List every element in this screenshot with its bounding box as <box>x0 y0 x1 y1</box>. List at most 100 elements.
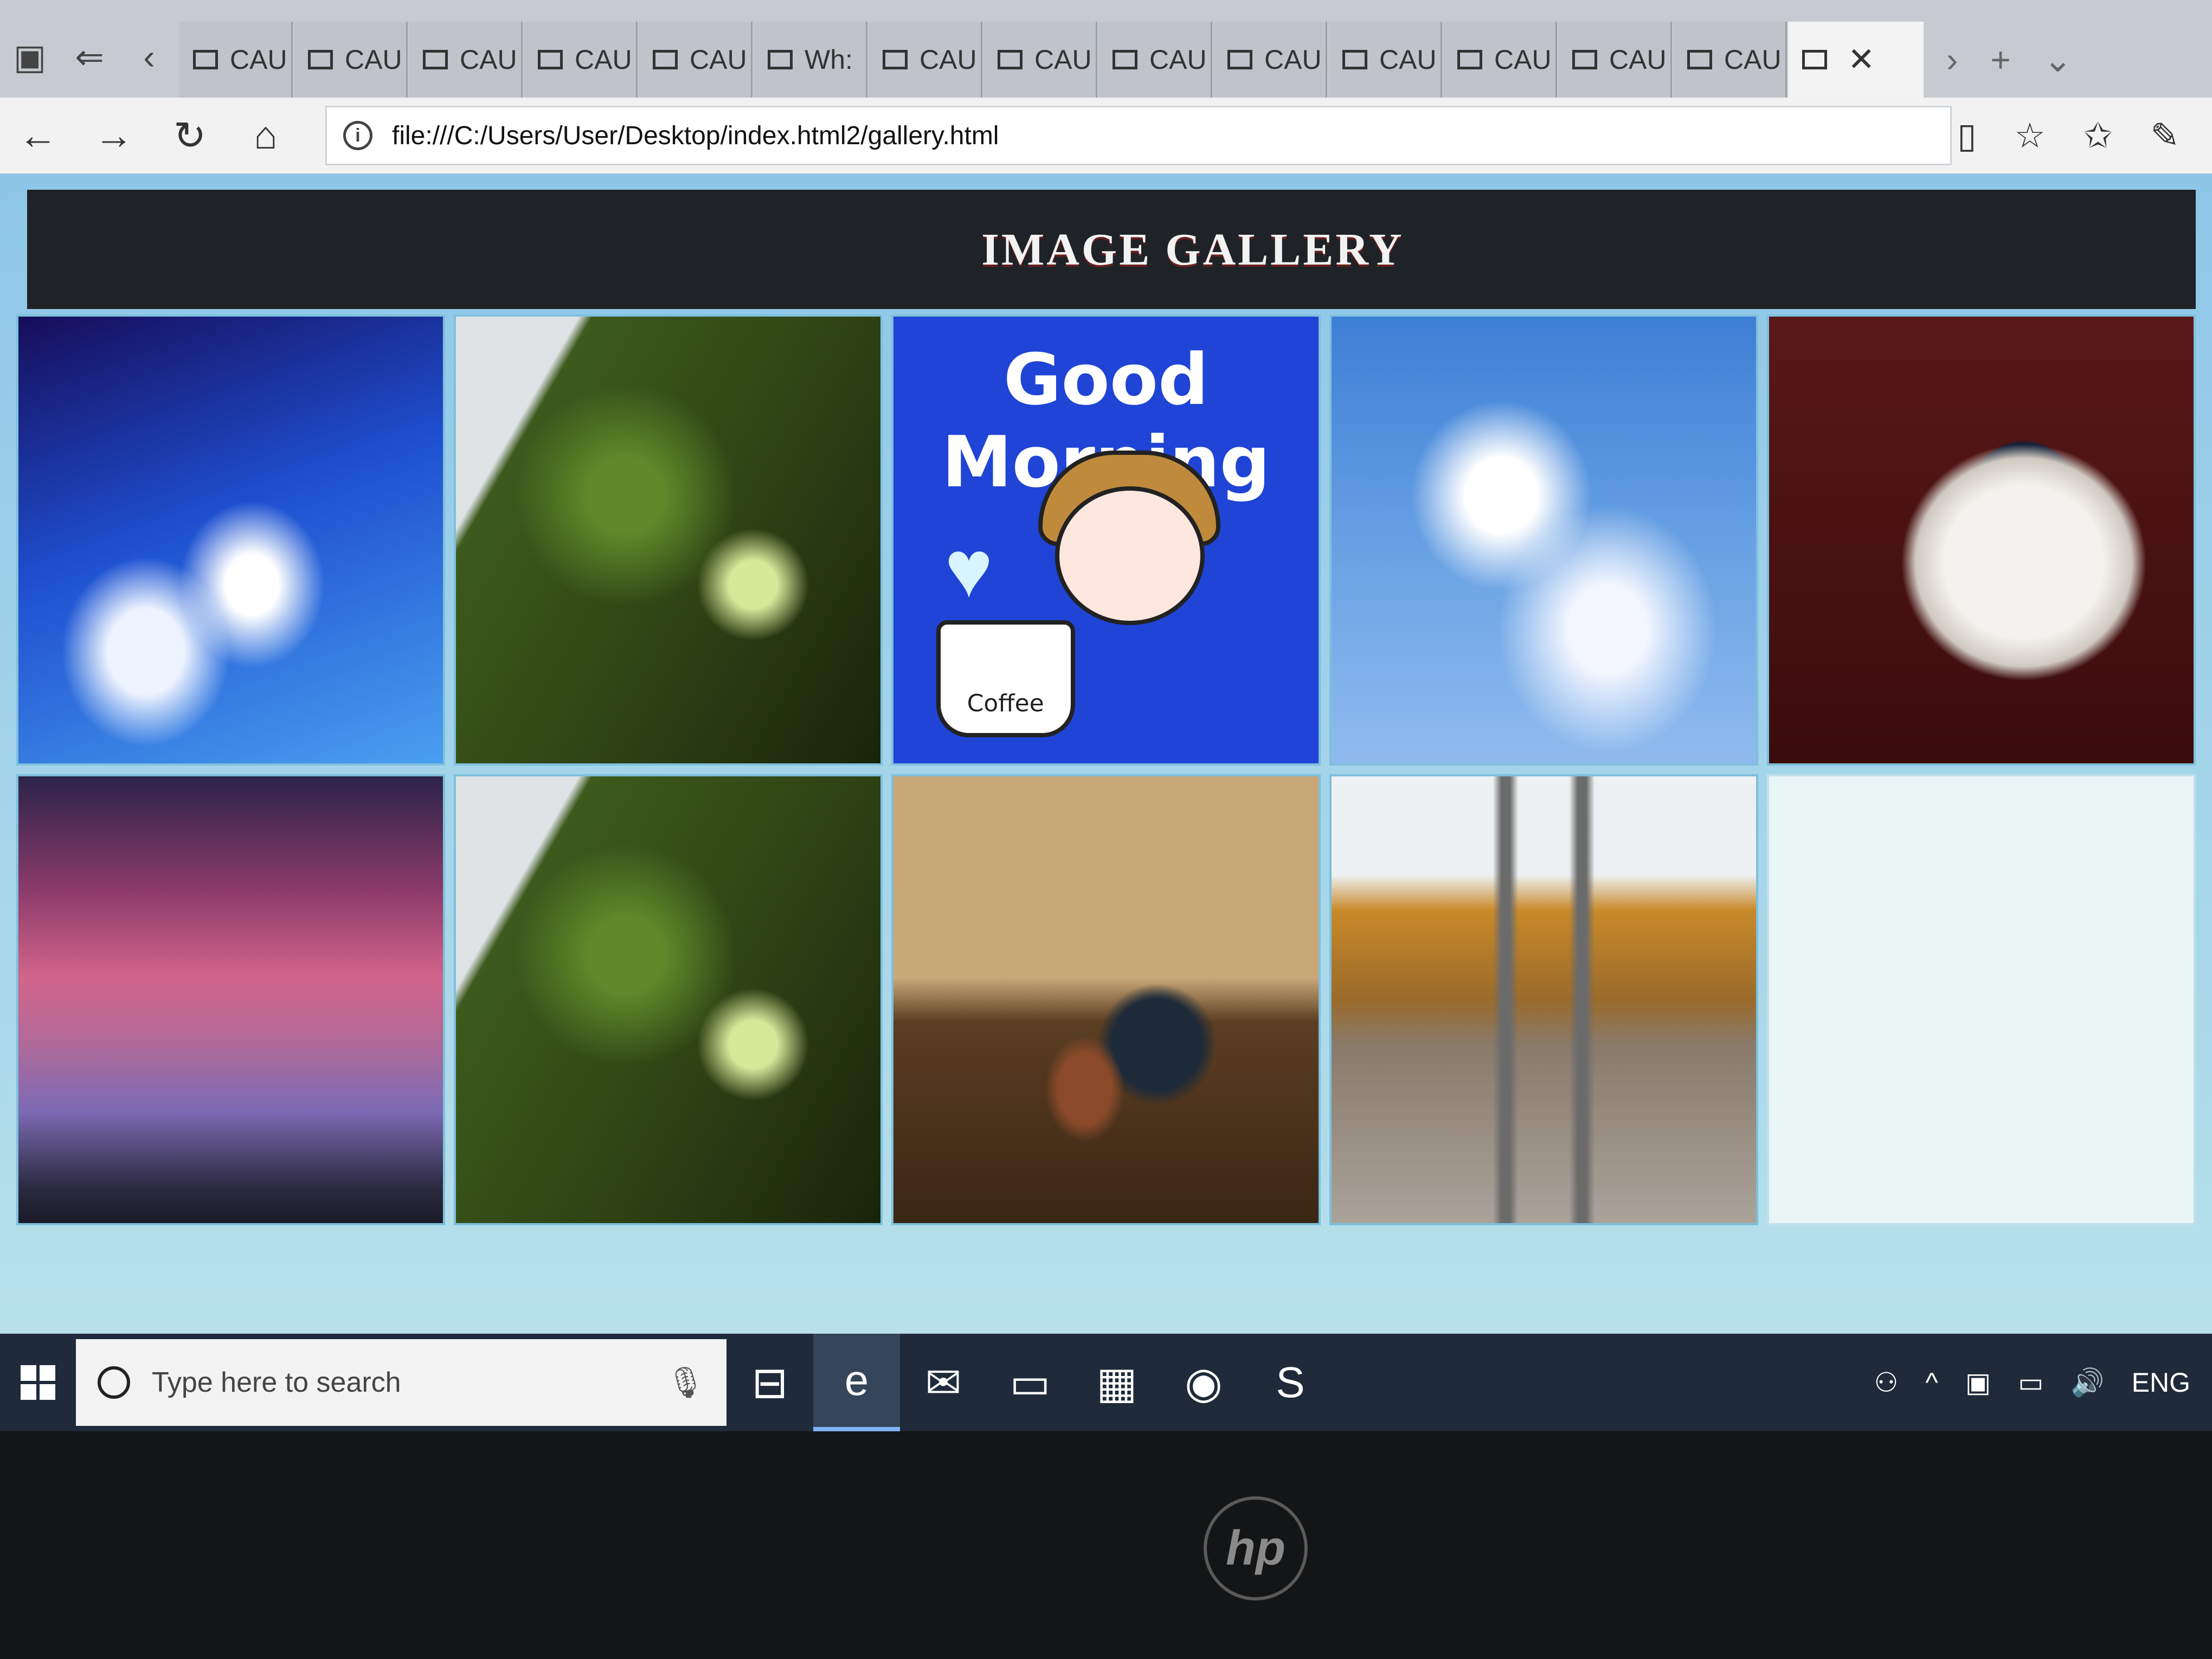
rain-umbrella-photo-2[interactable] <box>454 774 883 1225</box>
chrome-icon[interactable]: ◉ <box>1160 1334 1247 1431</box>
pen-icon[interactable]: ✎ <box>2150 115 2179 156</box>
cortana-icon <box>98 1366 130 1399</box>
title-banner: IMAGE GALLERY <box>27 190 2196 309</box>
page-icon <box>998 50 1023 69</box>
page-icon <box>538 50 563 69</box>
browser-tab[interactable]: CAU <box>639 22 753 98</box>
volume-icon[interactable]: 🔊 <box>2070 1367 2104 1399</box>
windows-logo-icon <box>21 1365 55 1400</box>
tab-label: CAU <box>1724 44 1782 75</box>
good-morning-cartoon[interactable]: Good Morning ♥ Coffee <box>891 314 1321 766</box>
new-tab-icon[interactable]: + <box>1990 40 2010 80</box>
taskbar-search-box[interactable]: Type here to search 🎙 <box>76 1339 726 1426</box>
reading-view-icon[interactable]: ▯ <box>1957 115 1976 156</box>
tab-label: CAU <box>1494 44 1552 75</box>
favorites-list-icon[interactable]: ✩ <box>2084 115 2113 156</box>
mail-icon[interactable]: ✉ <box>900 1334 987 1431</box>
tab-label: CAU <box>345 44 402 75</box>
browser-tab[interactable]: CAU <box>1213 22 1327 98</box>
page-icon <box>423 50 448 69</box>
page-icon <box>1802 50 1827 69</box>
page-icon <box>1227 50 1252 69</box>
page-icon <box>1113 50 1137 69</box>
browser-tab[interactable]: CAU <box>294 22 408 98</box>
gallery-page: IMAGE GALLERY Good Morning ♥ Coffee <box>0 173 2212 1334</box>
laptop-screen: ▣ ⇐ ‹ CAU CAU CAU CAU CAU Wh: CAU CAU CA… <box>0 0 2212 1431</box>
scroll-tabs-right-icon[interactable]: › <box>1946 40 1958 80</box>
browser-tab[interactable]: CAU <box>524 22 638 98</box>
active-browser-tab[interactable]: ✕ <box>1788 22 1924 98</box>
windows-taskbar: Type here to search 🎙 ⊟ e ✉ ▭ ▦ ◉ S ⚇ ^ … <box>0 1334 2212 1431</box>
page-icon <box>1572 50 1597 69</box>
browser-tab[interactable]: CAU <box>1328 22 1442 98</box>
page-icon <box>193 50 218 69</box>
rain-umbrella-photo[interactable] <box>454 314 883 766</box>
search-placeholder[interactable]: Type here to search <box>152 1366 645 1399</box>
browser-tab[interactable]: CAU <box>409 22 523 98</box>
browser-tab[interactable]: CAU <box>179 22 293 98</box>
empty-slot <box>1766 774 2196 1225</box>
address-bar[interactable]: i file:///C:/Users/User/Desktop/index.ht… <box>325 106 1952 165</box>
railroad-autumn-photo[interactable] <box>1329 774 1758 1225</box>
browser-tab[interactable]: CAU <box>983 22 1097 98</box>
tab-label: CAU <box>1149 44 1207 75</box>
set-aside-tabs-icon[interactable]: ⇐ <box>60 16 119 98</box>
microphone-icon[interactable]: 🎙 <box>666 1365 705 1400</box>
file-explorer-icon[interactable]: ▭ <box>987 1334 1073 1431</box>
browser-tab[interactable]: CAU <box>1098 22 1212 98</box>
forward-arrow-icon[interactable]: → <box>76 98 152 173</box>
laptop-bezel: hp <box>0 1431 2212 1659</box>
tab-label: CAU <box>690 44 747 75</box>
page-icon <box>1457 50 1482 69</box>
chevron-down-icon[interactable]: ⌄ <box>2043 40 2073 80</box>
coffee-label: Coffee <box>967 690 1044 718</box>
battery-icon[interactable]: ▭ <box>2018 1367 2043 1398</box>
clouds-photo[interactable] <box>1329 314 1758 766</box>
back-arrow-icon[interactable]: ← <box>0 98 76 173</box>
security-icon[interactable]: ▣ <box>1965 1367 1991 1398</box>
info-icon[interactable]: i <box>343 121 372 150</box>
coffee-mug-icon: Coffee <box>936 620 1075 738</box>
browser-nav-bar: ← → ↻ ⌂ i file:///C:/Users/User/Desktop/… <box>0 98 2212 175</box>
page-title: IMAGE GALLERY <box>981 224 1404 275</box>
tab-label: CAU <box>460 44 517 75</box>
browser-tab-strip: ▣ ⇐ ‹ CAU CAU CAU CAU CAU Wh: CAU CAU CA… <box>0 0 2212 98</box>
tab-label: CAU <box>1609 44 1667 75</box>
nav-right-tools: ▯ ☆ ✩ ✎ <box>1957 115 2179 156</box>
scroll-tabs-left-icon[interactable]: ‹ <box>119 16 179 98</box>
coffee-table-photo[interactable] <box>891 774 1321 1225</box>
system-tray: ⚇ ^ ▣ ▭ 🔊 ENG <box>1874 1367 2212 1399</box>
refresh-icon[interactable]: ↻ <box>152 98 228 173</box>
image-gallery-grid: Good Morning ♥ Coffee <box>16 314 2196 1225</box>
coffee-cup-photo[interactable] <box>1766 314 2196 766</box>
favorite-star-icon[interactable]: ☆ <box>2014 115 2045 156</box>
page-icon <box>308 50 333 69</box>
cartoon-face <box>1055 486 1205 626</box>
close-tab-icon[interactable]: ✕ <box>1848 41 1875 79</box>
edge-browser-icon[interactable]: e <box>813 1334 900 1431</box>
page-icon <box>1687 50 1712 69</box>
tab-label: CAU <box>919 44 977 75</box>
people-icon[interactable]: ⚇ <box>1874 1367 1899 1398</box>
browser-tab[interactable]: CAU <box>869 22 982 98</box>
sky-photo[interactable] <box>16 314 446 766</box>
tab-strip-controls: › + ⌄ <box>1925 22 2072 98</box>
task-view-icon[interactable]: ⊟ <box>726 1334 813 1431</box>
sublime-text-icon[interactable]: S <box>1247 1334 1334 1431</box>
browser-tab[interactable]: Wh: <box>754 22 867 98</box>
page-icon <box>768 50 793 69</box>
url-text[interactable]: file:///C:/Users/User/Desktop/index.html… <box>392 121 999 151</box>
tab-label: CAU <box>575 44 632 75</box>
show-hidden-icons-icon[interactable]: ^ <box>1925 1367 1938 1398</box>
start-button[interactable] <box>0 1334 76 1431</box>
browser-tab[interactable]: CAU <box>1443 22 1557 98</box>
browser-tab[interactable]: CAU <box>1673 22 1787 98</box>
sunset-photo[interactable] <box>16 774 446 1225</box>
tab-preview-icon[interactable]: ▣ <box>0 16 60 98</box>
home-icon[interactable]: ⌂ <box>228 98 304 173</box>
page-icon <box>883 50 908 69</box>
browser-tab[interactable]: CAU <box>1558 22 1672 98</box>
language-indicator[interactable]: ENG <box>2132 1367 2190 1398</box>
store-icon[interactable]: ▦ <box>1073 1334 1160 1431</box>
tab-label: Wh: <box>805 44 853 75</box>
